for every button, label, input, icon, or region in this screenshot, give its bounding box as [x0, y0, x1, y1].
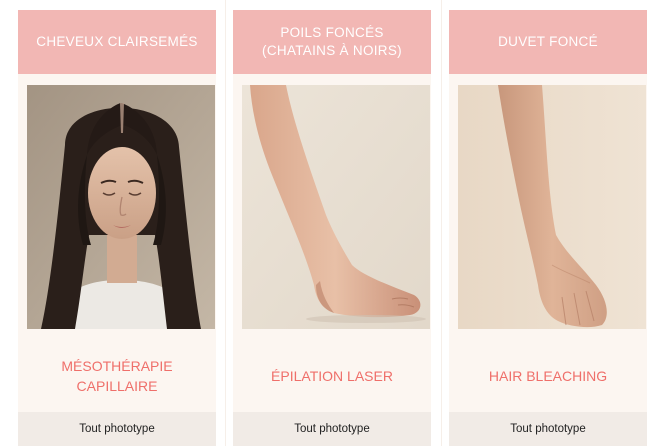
- column-header-label: POILS FONCÉS (CHATAINS À NOIRS): [262, 25, 402, 58]
- column-header-label: CHEVEUX CLAIRSEMÉS: [36, 34, 198, 49]
- phototype-footer: Tout phototype: [449, 412, 647, 446]
- bare-arm-photo: [458, 85, 646, 329]
- column-divider: [225, 0, 226, 446]
- column-body: HAIR BLEACHING: [449, 74, 647, 420]
- treatment-name: MÉSOTHÉRAPIE CAPILLAIRE: [61, 358, 173, 394]
- column-body: ÉPILATION LASER: [233, 74, 431, 420]
- column-header: DUVET FONCÉ: [449, 10, 647, 74]
- column-header: POILS FONCÉS (CHATAINS À NOIRS): [233, 10, 431, 74]
- treatment-column-dark-hair: POILS FONCÉS (CHATAINS À NOIRS) ÉPILATIO…: [233, 10, 431, 446]
- treatment-name: ÉPILATION LASER: [271, 368, 393, 384]
- column-body: MÉSOTHÉRAPIE CAPILLAIRE: [18, 74, 216, 420]
- column-header: CHEVEUX CLAIRSEMÉS: [18, 10, 216, 74]
- column-divider: [441, 0, 442, 446]
- woman-thinning-hair-photo: [27, 85, 215, 329]
- treatment-column-dark-down: DUVET FONCÉ HAIR BLEACHING Tout phototyp…: [449, 10, 647, 446]
- phototype-footer: Tout phototype: [233, 412, 431, 446]
- column-header-label: DUVET FONCÉ: [498, 34, 598, 49]
- treatments-grid: CHEVEUX CLAIRSEMÉS MÉSOTHÉRAPIE CAPILLAI…: [0, 0, 650, 446]
- treatment-column-sparse-hair: CHEVEUX CLAIRSEMÉS MÉSOTHÉRAPIE CAPILLAI…: [18, 10, 216, 446]
- treatment-name: HAIR BLEACHING: [488, 368, 608, 384]
- bare-leg-photo: [242, 85, 430, 329]
- phototype-footer: Tout phototype: [18, 412, 216, 446]
